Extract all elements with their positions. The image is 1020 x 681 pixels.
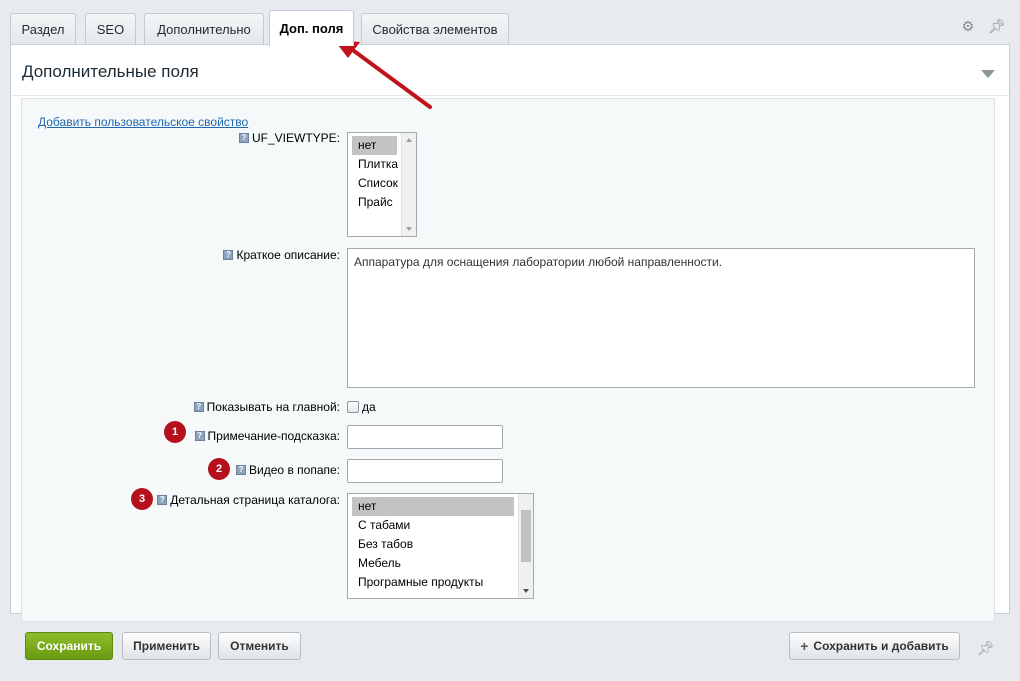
tab-element-properties[interactable]: Свойства элементов (361, 13, 509, 45)
detail-page-label-row: ? Детальная страница каталога: (157, 493, 340, 507)
show-main-checkbox[interactable] (347, 401, 359, 413)
list-item[interactable]: Плитка (352, 155, 398, 174)
detail-page-label: Детальная страница каталога: (170, 493, 340, 507)
short-desc-label: Краткое описание: (236, 248, 340, 262)
tab-tools: ⚙ 📌︎ (962, 18, 1006, 35)
scroll-down-icon[interactable] (406, 227, 412, 231)
list-item[interactable]: Список (352, 174, 398, 193)
list-item[interactable]: Прайс (352, 193, 397, 212)
scrollbar[interactable] (401, 133, 416, 236)
viewtype-label: UF_VIEWTYPE: (251, 131, 340, 145)
apply-button[interactable]: Применить (122, 632, 211, 660)
pin-icon[interactable]: 📌︎ (988, 18, 1006, 35)
viewtype-label-row: ? UF_VIEWTYPE: (238, 131, 340, 145)
short-desc-textarea[interactable]: Аппаратура для оснащения лаборатории люб… (347, 248, 975, 388)
plus-icon: + (800, 638, 809, 654)
help-icon[interactable]: ? (193, 402, 204, 412)
tab-seo[interactable]: SEO (85, 13, 136, 45)
help-icon[interactable]: ? (236, 465, 247, 475)
video-input[interactable] (347, 459, 503, 483)
show-main-checkbox-label[interactable]: да (362, 400, 376, 414)
save-and-add-label: Сохранить и добавить (813, 639, 949, 653)
pin-icon[interactable]: 📌︎ (977, 640, 995, 657)
cancel-button[interactable]: Отменить (218, 632, 301, 660)
list-item[interactable]: Мебель (352, 554, 514, 573)
annotation-badge-2: 2 (208, 458, 230, 480)
scroll-up-icon[interactable] (406, 138, 412, 142)
scroll-down-icon[interactable] (523, 589, 529, 593)
list-item[interactable]: Без табов (352, 535, 514, 554)
list-item[interactable]: С табами (352, 516, 514, 535)
help-icon[interactable]: ? (194, 431, 205, 441)
video-label: Видео в попапе: (249, 463, 340, 477)
list-item[interactable]: Програмные продукты (352, 573, 514, 592)
collapse-triangle-icon[interactable] (981, 70, 995, 78)
help-icon[interactable]: ? (223, 250, 234, 260)
save-and-add-button[interactable]: + Сохранить и добавить (789, 632, 960, 660)
show-main-label-row: ? Показывать на главной: (193, 400, 340, 414)
annotation-badge-3: 3 (131, 488, 153, 510)
save-button[interactable]: Сохранить (25, 632, 113, 660)
tab-extra-fields[interactable]: Доп. поля (269, 10, 354, 46)
hint-label-row: ? Примечание-подсказка: (194, 429, 340, 443)
short-desc-label-row: ? Краткое описание: (223, 248, 340, 262)
list-item[interactable]: нет (352, 136, 397, 155)
detail-page-listbox[interactable]: нет С табами Без табов Мебель Програмные… (347, 493, 534, 599)
add-custom-property-link[interactable]: Добавить пользовательское свойство (38, 115, 248, 129)
panel-title: Дополнительные поля (22, 62, 199, 81)
divider (11, 95, 1009, 96)
tab-section[interactable]: Раздел (10, 13, 76, 45)
gear-icon[interactable]: ⚙ (962, 18, 975, 35)
viewtype-listbox[interactable]: нет Плитка Список Прайс (347, 132, 417, 237)
help-icon[interactable]: ? (157, 495, 168, 505)
help-icon[interactable]: ? (238, 133, 249, 143)
scrollbar[interactable] (518, 494, 533, 598)
annotation-badge-1: 1 (164, 421, 186, 443)
tab-additional[interactable]: Дополнительно (144, 13, 264, 45)
scrollbar-thumb[interactable] (521, 510, 531, 562)
hint-input[interactable] (347, 425, 503, 449)
video-label-row: ? Видео в попапе: (236, 463, 340, 477)
list-item[interactable]: нет (352, 497, 514, 516)
hint-label: Примечание-подсказка: (207, 429, 340, 443)
show-main-label: Показывать на главной: (206, 400, 340, 414)
